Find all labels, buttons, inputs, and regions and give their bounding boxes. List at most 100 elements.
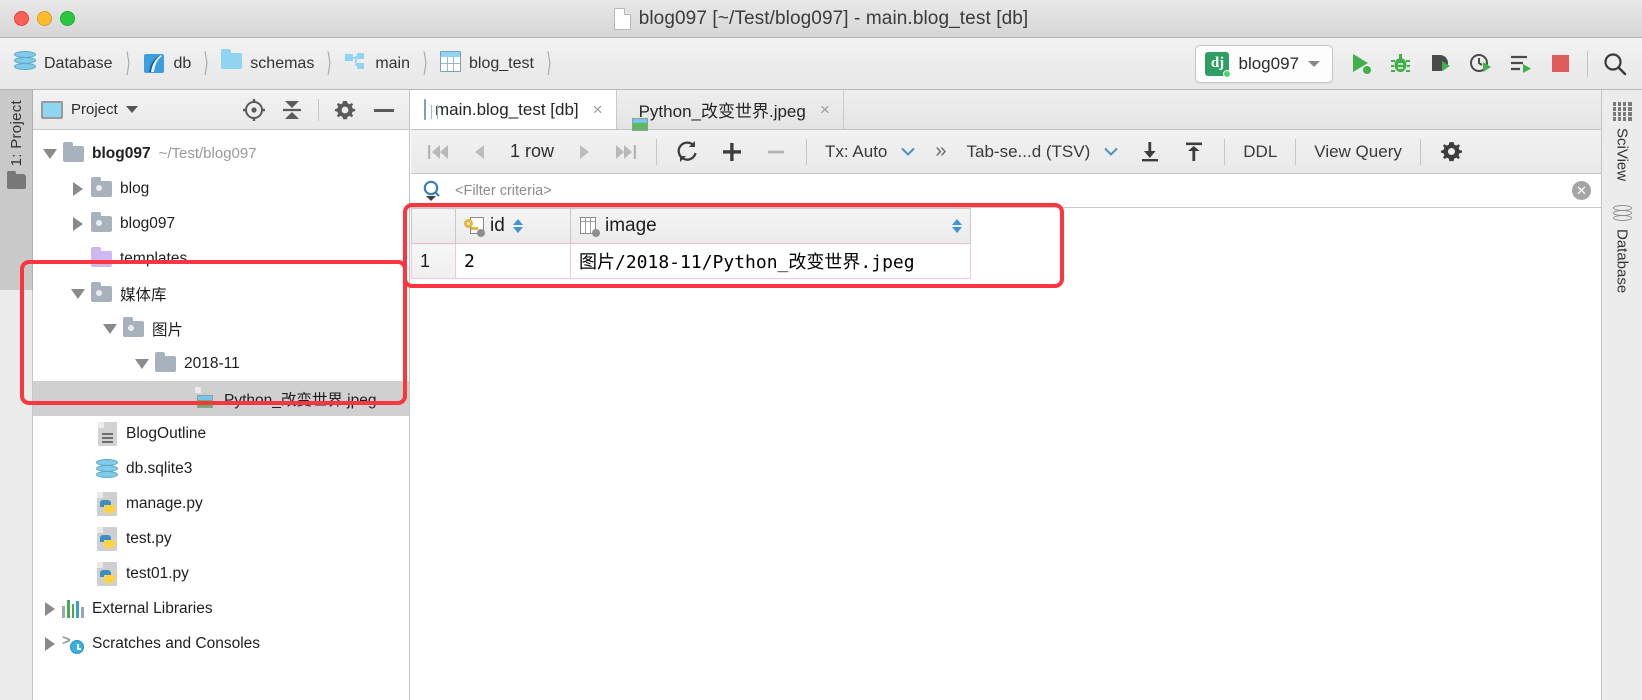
column-icon [579, 216, 600, 237]
tree-item-db-sqlite3[interactable]: db.sqlite3 [33, 451, 409, 486]
expand-toggle[interactable] [67, 216, 89, 231]
import-icon[interactable] [1129, 136, 1171, 168]
tab-main-blog-test[interactable]: main.blog_test [db] × [411, 90, 617, 129]
breadcrumb-separator: ⟩ [546, 49, 552, 78]
tree-item-blog097-root[interactable]: blog097 ~/Test/blog097 [33, 136, 409, 171]
plain-folder-icon [153, 351, 177, 372]
profile-icon[interactable] [1467, 51, 1493, 77]
close-icon[interactable]: × [820, 100, 830, 120]
toolbar-divider [1587, 50, 1588, 77]
tree-item-label: 2018-11 [184, 354, 240, 372]
table-row[interactable]: 1 2 图片/2018-11/Python_改变世界.jpeg [411, 243, 971, 279]
next-page-button[interactable] [565, 136, 603, 168]
sidebar-item-database[interactable]: Database [1612, 205, 1632, 294]
tree-item-label: templates [120, 249, 188, 267]
sort-indicator-icon[interactable] [512, 219, 523, 233]
filter-input[interactable]: <Filter criteria> [455, 183, 552, 199]
ddl-button[interactable]: DDL [1234, 136, 1286, 168]
toolbar-divider [1419, 138, 1421, 165]
breadcrumb-separator: ⟩ [124, 49, 131, 78]
tree-item-external-libraries[interactable]: External Libraries [33, 591, 409, 626]
expand-toggle[interactable] [39, 636, 61, 651]
expand-toggle[interactable] [67, 288, 89, 299]
sidebar-item-sciview[interactable]: SciView [1612, 102, 1632, 181]
tree-item-label: 媒体库 [120, 286, 167, 304]
target-icon[interactable] [242, 98, 266, 122]
tree-item-python-image-file[interactable]: Python_改变世界.jpeg [33, 381, 409, 416]
minus-icon[interactable] [371, 98, 397, 122]
expand-toggle[interactable] [39, 601, 61, 616]
add-row-button[interactable] [711, 136, 753, 168]
clear-icon[interactable]: ✕ [1572, 181, 1591, 200]
sidebar-item-label: Database [1613, 229, 1631, 294]
reload-icon[interactable] [666, 136, 709, 168]
application-window: blog097 [~/Test/blog097] - main.blog_tes… [0, 0, 1642, 700]
breadcrumb-separator: ⟩ [203, 49, 209, 78]
primary-key-icon [464, 216, 485, 237]
expand-toggle[interactable] [67, 181, 89, 196]
sidebar-item-project[interactable]: 1: Project [0, 90, 33, 290]
tree-item-images[interactable]: 图片 [33, 311, 409, 346]
close-window-button[interactable] [14, 11, 29, 26]
expand-toggle[interactable] [131, 358, 153, 369]
gear-icon[interactable] [333, 98, 357, 122]
column-header-image[interactable]: image [570, 208, 971, 244]
expand-toggle[interactable] [99, 323, 121, 334]
folder-icon [61, 141, 85, 162]
tree-item-label: blog [120, 179, 150, 197]
bug-icon[interactable] [1387, 51, 1413, 77]
tree-item-blog097[interactable]: blog097 [33, 206, 409, 241]
manage-task-icon[interactable] [1507, 51, 1533, 77]
tree-item-blogoutline[interactable]: BlogOutline [33, 416, 409, 451]
tree-item-label: test.py [126, 529, 172, 547]
last-page-button[interactable] [605, 136, 647, 168]
cell-image[interactable]: 图片/2018-11/Python_改变世界.jpeg [570, 243, 971, 279]
column-label: image [605, 215, 657, 236]
search-icon[interactable] [1602, 51, 1628, 77]
close-icon[interactable]: × [593, 100, 603, 120]
gear-icon[interactable] [1430, 136, 1473, 168]
breadcrumb-item-db[interactable]: db [143, 52, 192, 75]
window-title-container: blog097 [~/Test/blog097] - main.blog_tes… [0, 0, 1642, 38]
cell-id[interactable]: 2 [455, 243, 571, 279]
export-icon[interactable] [1173, 136, 1215, 168]
tree-item-templates[interactable]: templates [33, 241, 409, 276]
maximize-window-button[interactable] [60, 11, 75, 26]
tree-item-scratches-and-consoles[interactable]: >_ Scratches and Consoles [33, 626, 409, 661]
tree-item-test-py[interactable]: test.py [33, 521, 409, 556]
run-configuration-selector[interactable]: dj blog097 [1195, 44, 1333, 83]
minimize-window-button[interactable] [37, 11, 52, 26]
tab-python-image[interactable]: Python_改变世界.jpeg × [617, 90, 844, 131]
more-options-button[interactable]: » [926, 136, 955, 168]
stop-icon[interactable] [1547, 51, 1573, 77]
transaction-mode-selector[interactable]: Tx: Auto [816, 136, 924, 168]
tree-item-blog[interactable]: blog [33, 171, 409, 206]
tree-item-media-library[interactable]: 媒体库 [33, 276, 409, 311]
breadcrumb-item-schemas[interactable]: schemas [221, 49, 314, 74]
breadcrumb-item-main[interactable]: main [344, 53, 410, 74]
first-page-button[interactable] [417, 136, 459, 168]
expand-toggle[interactable] [39, 148, 61, 159]
view-query-button[interactable]: View Query [1305, 136, 1411, 168]
tree-item-2018-11[interactable]: 2018-11 [33, 346, 409, 381]
chevron-down-icon[interactable] [125, 106, 138, 113]
breadcrumb-item-blog-test[interactable]: blog_test [440, 50, 534, 77]
breadcrumb-label: db [173, 54, 192, 72]
scratches-icon: >_ [61, 633, 85, 654]
sort-indicator-icon[interactable] [952, 219, 962, 233]
previous-page-button[interactable] [461, 136, 499, 168]
tree-item-manage-py[interactable]: manage.py [33, 486, 409, 521]
breadcrumb-label: blog_test [469, 54, 534, 72]
column-header-id[interactable]: id [455, 208, 571, 244]
project-panel-title: Project [71, 101, 118, 118]
coverage-icon[interactable] [1427, 51, 1453, 77]
run-icon[interactable] [1347, 51, 1373, 77]
tree-item-test01-py[interactable]: test01.py [33, 556, 409, 591]
filter-search-icon[interactable] [421, 179, 445, 203]
output-format-selector[interactable]: Tab-se...d (TSV) [958, 136, 1128, 168]
delete-row-button[interactable] [755, 136, 797, 168]
collapse-all-icon[interactable] [280, 98, 304, 122]
breadcrumb-separator: ⟩ [422, 49, 428, 78]
result-table: id image 1 2 图片/2018-11/Python_改变世界.jpeg [411, 208, 971, 279]
breadcrumb-item-database[interactable]: Database [14, 51, 113, 76]
